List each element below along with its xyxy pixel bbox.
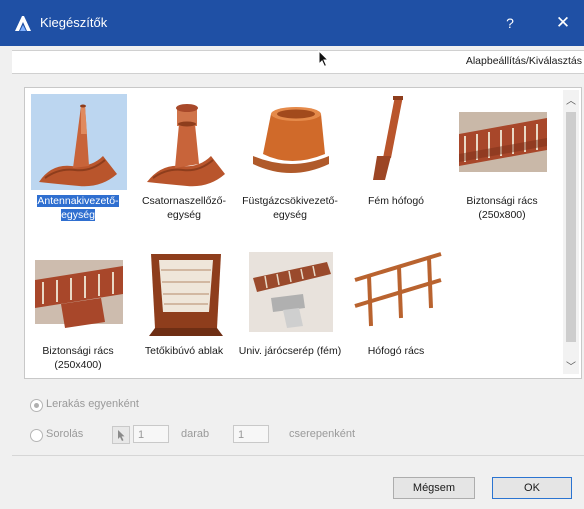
gallery-scrollbar[interactable]: ︿ ﹀ xyxy=(563,90,579,374)
scroll-up-arrow-icon[interactable]: ︿ xyxy=(563,92,579,107)
roof-window-thumbnail xyxy=(137,244,233,340)
gallery-item-snow-grid[interactable]: Hófogó rács xyxy=(347,244,445,382)
item-label: Biztonsági rács (250x800) xyxy=(466,195,538,221)
item-label: Biztonsági rács (250x400) xyxy=(42,345,114,371)
item-label: Hófogó rács xyxy=(367,345,425,357)
pointer-arrow-icon xyxy=(118,430,125,441)
gallery-item-flue[interactable]: Füstgázcsökivezető-egység xyxy=(241,94,339,232)
antenna-outlet-thumbnail xyxy=(31,94,127,190)
safety-grid-400-thumbnail xyxy=(31,244,127,340)
snow-guard-grid-thumbnail xyxy=(349,244,445,340)
count-unit-label: darab xyxy=(181,428,210,440)
accessories-dialog: Kiegészítők ? ✕ Alapbeállítás/Kiválasztá… xyxy=(0,0,584,509)
walkway-tile-thumbnail xyxy=(243,244,339,340)
item-label: Antennakivezető-egység xyxy=(37,195,119,221)
close-button[interactable]: ✕ xyxy=(548,8,578,38)
metal-snow-guard-thumbnail xyxy=(349,94,445,190)
item-label: Füstgázcsökivezető-egység xyxy=(242,195,338,221)
title-bar: Kiegészítők ? ✕ xyxy=(0,0,584,46)
app-logo-icon xyxy=(14,14,32,32)
bottom-separator xyxy=(12,455,584,456)
safety-grid-800-thumbnail xyxy=(455,94,551,190)
cancel-button[interactable]: Mégsem xyxy=(393,477,475,499)
item-label: Csatornaszellőző-egység xyxy=(141,195,227,221)
item-label: Univ. járócserép (fém) xyxy=(238,345,342,357)
ventilation-unit-thumbnail xyxy=(137,94,233,190)
accessory-gallery: Antennakivezető-egység Csatornaszellőző-… xyxy=(24,87,582,379)
pick-arrow-button[interactable] xyxy=(112,426,130,444)
help-button[interactable]: ? xyxy=(495,8,525,38)
scroll-thumb[interactable] xyxy=(566,112,576,342)
item-label: Fém hófogó xyxy=(367,195,425,207)
gallery-item-safety-grid-400[interactable]: Biztonsági rács (250x400) xyxy=(29,244,127,382)
settings-strip: Alapbeállítás/Kiválasztás xyxy=(12,50,584,74)
ok-button[interactable]: OK xyxy=(492,477,572,499)
flue-gas-outlet-thumbnail xyxy=(243,94,339,190)
gallery-item-walkway-tile[interactable]: Univ. járócserép (fém) xyxy=(239,244,341,382)
window-title: Kiegészítők xyxy=(40,15,108,30)
row-placement-radio[interactable] xyxy=(30,429,43,442)
spacing-field[interactable]: 1 xyxy=(233,425,269,443)
default-selection-link[interactable]: Alapbeállítás/Kiválasztás xyxy=(466,55,582,67)
scroll-down-arrow-icon[interactable]: ﹀ xyxy=(563,358,579,373)
gallery-item-metal-snowguard[interactable]: Fém hófogó xyxy=(347,94,445,232)
gallery-item-ventilation[interactable]: Csatornaszellőző-egység xyxy=(135,94,233,232)
gallery-item-antenna[interactable]: Antennakivezető-egység xyxy=(29,94,127,232)
spacing-unit-label: cserepenként xyxy=(289,428,356,440)
mouse-cursor-icon xyxy=(318,49,332,68)
single-placement-label: Lerakás egyenként xyxy=(46,398,139,410)
gallery-item-safety-grid-800[interactable]: Biztonsági rács (250x800) xyxy=(453,94,551,232)
item-label: Tetőkibúvó ablak xyxy=(144,345,224,357)
gallery-item-roof-window[interactable]: Tetőkibúvó ablak xyxy=(135,244,233,382)
row-placement-label: Sorolás xyxy=(46,428,84,440)
single-placement-radio[interactable] xyxy=(30,399,43,412)
count-field[interactable]: 1 xyxy=(133,425,169,443)
